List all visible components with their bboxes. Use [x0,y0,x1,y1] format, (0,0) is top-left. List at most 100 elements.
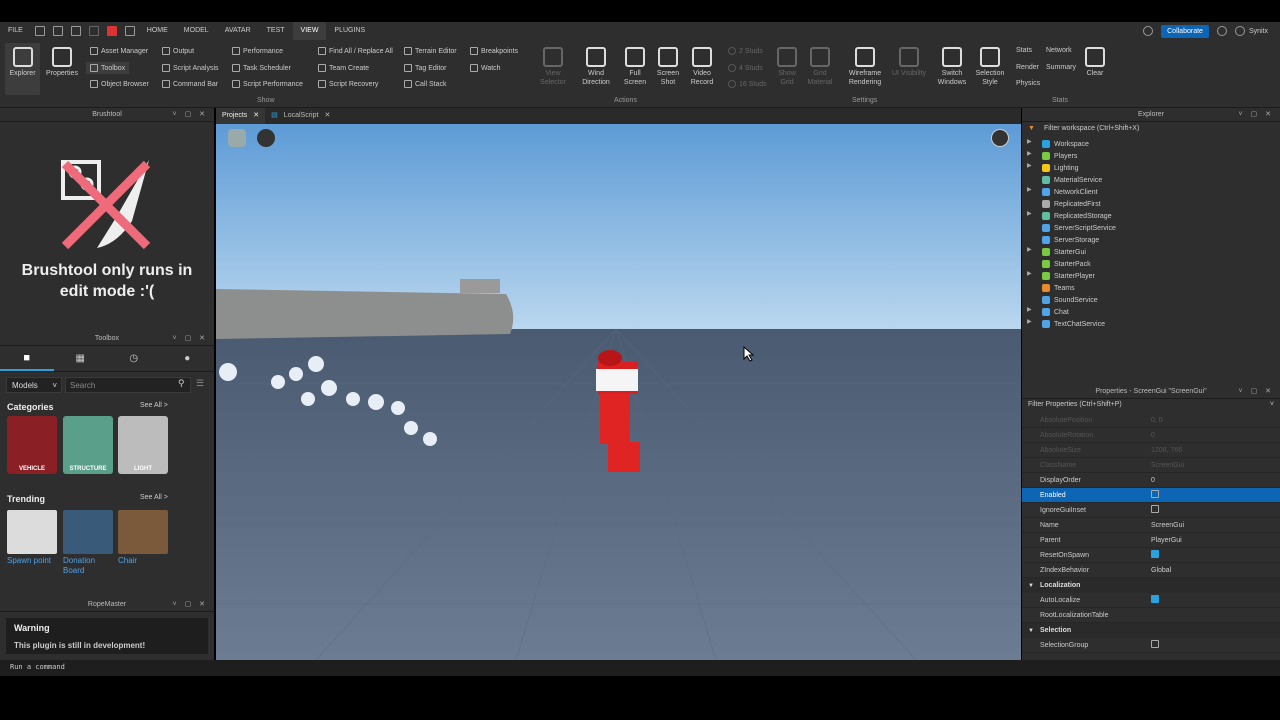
undo-icon[interactable] [70,26,81,36]
publish-icon[interactable] [52,26,63,36]
explorer-item[interactable]: ▶ NetworkClient [1022,186,1280,198]
game-viewport[interactable] [216,124,1021,660]
properties-button[interactable]: Properties [42,47,82,78]
network-button[interactable]: Network [1046,47,1072,54]
explorer-button[interactable]: Explorer [5,47,40,78]
explorer-item[interactable]: ▶ Workspace [1022,138,1280,150]
explorer-item[interactable]: ServerStorage [1022,234,1280,246]
explorer-item[interactable]: ▶ ReplicatedStorage [1022,210,1280,222]
explorer-item[interactable]: ▶ Players [1022,150,1280,162]
property-row[interactable]: AutoLocalize [1022,593,1280,608]
see-all-link[interactable]: See All > [140,402,168,409]
property-value[interactable] [1147,640,1280,650]
menu-model[interactable]: MODEL [176,22,217,40]
performance-button[interactable]: Performance [232,47,283,55]
username[interactable]: Synitx [1249,28,1268,35]
properties-filter[interactable]: Filter Properties (Ctrl+Shift+P) ˅ [1022,399,1280,413]
play-icon[interactable] [88,26,99,36]
expand-arrow-icon[interactable]: ▶ [1027,150,1032,157]
expand-arrow-icon[interactable]: ▶ [1027,246,1032,253]
property-value[interactable]: 1208, 766 [1147,447,1280,454]
collapse-arrow-icon[interactable]: ▼ [1028,628,1034,634]
explorer-item[interactable]: ▶ TextChatService [1022,318,1280,330]
menu-avatar[interactable]: AVATAR [217,22,259,40]
tag-editor-button[interactable]: Tag Editor [404,64,447,72]
switch-windows-button[interactable]: Switch Windows [932,47,972,87]
close-icon[interactable]: ✕ [253,108,259,124]
video-record-button[interactable]: Video Record [686,47,718,87]
script-recovery-button[interactable]: Script Recovery [318,80,378,88]
property-value[interactable]: 0, 0 [1147,417,1280,424]
search-input[interactable]: Search [65,377,191,393]
explorer-item[interactable]: StarterPack [1022,258,1280,270]
spawn-point-thumb[interactable] [7,510,57,554]
find-all-button[interactable]: Find All / Replace All [318,47,393,55]
property-value[interactable] [1147,550,1280,560]
studs-4-option[interactable]: 4 Studs [728,64,763,72]
explorer-item[interactable]: ServerScriptService [1022,222,1280,234]
property-row[interactable]: Name ScreenGui [1022,518,1280,533]
chat-icon[interactable] [257,129,275,147]
property-section[interactable]: ▼ Localization [1022,578,1280,593]
property-row[interactable]: Enabled [1022,488,1280,503]
structure-card[interactable]: STRUCTURE [63,416,113,474]
property-section[interactable]: ▼ Selection [1022,623,1280,638]
property-row[interactable]: SelectionGroup [1022,638,1280,653]
checkbox[interactable] [1151,640,1159,648]
panel-controls-icon[interactable]: ˅ ▢ ✕ [1239,387,1274,395]
output-button[interactable]: Output [162,47,194,55]
explorer-item[interactable]: ▶ Lighting [1022,162,1280,174]
category-dropdown[interactable]: Models ˅ [6,377,62,393]
explorer-item[interactable]: ▶ Chat [1022,306,1280,318]
breakpoints-button[interactable]: Breakpoints [470,47,518,55]
property-value[interactable]: 0 [1147,477,1280,484]
checkbox[interactable] [1151,490,1159,498]
property-value[interactable]: PlayerGui [1147,537,1280,544]
command-bar[interactable]: Run a command [0,660,1280,676]
property-row[interactable]: Parent PlayerGui [1022,533,1280,548]
checkbox[interactable] [1151,550,1159,558]
studs-2-option[interactable]: 2 Studs [728,47,763,55]
menu-plugins[interactable]: PLUGINS [326,22,373,40]
save-icon[interactable] [34,26,45,36]
property-row[interactable]: AbsolutePosition 0, 0 [1022,413,1280,428]
collapse-arrow-icon[interactable]: ▼ [1028,583,1034,589]
explorer-filter[interactable]: ▼ Filter workspace (Ctrl+Shift+X) [1022,122,1280,138]
expand-arrow-icon[interactable]: ▶ [1027,210,1032,217]
donation-board-thumb[interactable] [63,510,113,554]
explorer-item[interactable]: Teams [1022,282,1280,294]
property-row[interactable]: AbsoluteSize 1208, 766 [1022,443,1280,458]
checkbox[interactable] [1151,505,1159,513]
panel-controls-icon[interactable]: ˅ ▢ ✕ [173,110,208,118]
panel-controls-icon[interactable]: ˅ ▢ ✕ [1239,110,1274,118]
share-icon[interactable] [1143,26,1154,36]
script-analysis-button[interactable]: Script Analysis [162,64,219,72]
property-row[interactable]: ClassName ScreenGui [1022,458,1280,473]
screen-shot-button[interactable]: Screen Shot [653,47,683,87]
property-row[interactable]: ResetOnSpawn [1022,548,1280,563]
chair-thumb[interactable] [118,510,168,554]
task-scheduler-button[interactable]: Task Scheduler [232,64,291,72]
explorer-item[interactable]: MaterialService [1022,174,1280,186]
search-icon[interactable]: ⚲ [178,378,185,389]
view-selector-button[interactable]: View Selector [538,47,568,87]
property-value[interactable]: ScreenGui [1147,462,1280,469]
inventory-tab[interactable]: ▦ [54,346,108,371]
summary-button[interactable]: Summary [1046,64,1076,71]
explorer-item[interactable]: ▶ StarterPlayer [1022,270,1280,282]
close-icon[interactable]: ✕ [324,108,330,124]
property-value[interactable] [1147,490,1280,500]
tab-localscript[interactable]: ▤ LocalScript ✕ [265,108,336,124]
expand-arrow-icon[interactable]: ▶ [1027,138,1032,145]
physics-button[interactable]: Physics [1016,80,1040,87]
menu-home[interactable]: HOME [139,22,176,40]
asset-manager-button[interactable]: Asset Manager [90,47,148,55]
collaborate-button[interactable]: Collaborate [1161,24,1209,38]
call-stack-button[interactable]: Call Stack [404,80,447,88]
property-row[interactable]: ZIndexBehavior Global [1022,563,1280,578]
toolbox-button[interactable]: Toolbox [86,62,130,74]
grid-material-button[interactable]: Grid Material [804,47,836,87]
expand-arrow-icon[interactable]: ▶ [1027,270,1032,277]
trend-item-label[interactable]: Donation Board [63,556,113,576]
see-all-link[interactable]: See All > [140,494,168,501]
